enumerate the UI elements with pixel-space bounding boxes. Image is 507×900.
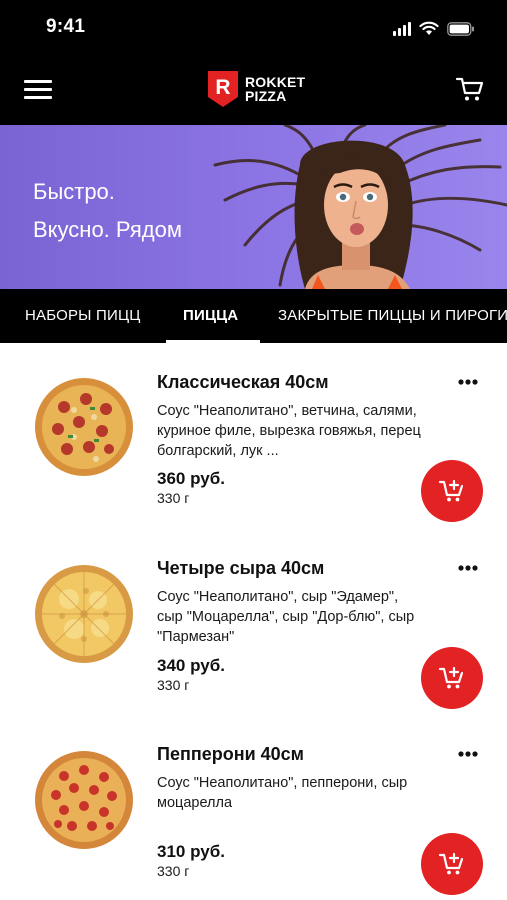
logo-mark-letter: R [215, 76, 230, 99]
menu-icon[interactable] [24, 80, 52, 100]
cart-icon[interactable] [455, 74, 485, 104]
status-icons [393, 18, 475, 36]
wifi-icon [419, 21, 439, 35]
product-name[interactable]: Классическая 40см [157, 372, 329, 393]
more-options-icon[interactable] [457, 377, 479, 387]
status-bar: 9:41 [0, 0, 507, 55]
battery-icon [447, 22, 474, 36]
pizza-image-four-cheese [35, 565, 133, 663]
tab-pizza[interactable]: ПИЦЦА [183, 289, 238, 343]
add-to-cart-icon [438, 852, 464, 875]
app-header: 9:41 R ROKKET PIZZA [0, 0, 507, 125]
add-to-cart-button[interactable] [421, 460, 483, 522]
product-description: Соус "Неаполитано", пепперони, сыр моцар… [157, 775, 408, 811]
pizza-image-pepperoni [35, 751, 133, 849]
add-to-cart-button[interactable] [421, 833, 483, 895]
logo-line-2: PIZZA [245, 88, 287, 104]
product-card[interactable]: Классическая 40см Соус "Неаполитано", ве… [0, 343, 507, 529]
product-card[interactable]: Четыре сыра 40см Соус "Неаполитано", сыр… [0, 529, 507, 715]
logo-text: ROKKET PIZZA [245, 75, 305, 103]
product-weight: 330 г [157, 490, 190, 506]
logo[interactable]: R ROKKET PIZZA [206, 67, 305, 111]
tab-pizza-sets[interactable]: НАБОРЫ ПИЦЦ [25, 289, 141, 343]
category-tabs: НАБОРЫ ПИЦЦ ПИЦЦА ЗАКРЫТЫЕ ПИЦЦЫ И ПИРОГ… [0, 289, 507, 343]
more-options-icon[interactable] [457, 563, 479, 573]
banner-slogan: Быстро. Вкусно. Рядом [33, 173, 182, 249]
logo-line-1: ROKKET [245, 74, 306, 90]
product-description: Соус "Неаполитано", сыр "Эдамер", сыр "М… [157, 589, 415, 645]
navbar: R ROKKET PIZZA [0, 55, 507, 125]
add-to-cart-icon [438, 666, 464, 689]
signal-icon [393, 22, 411, 36]
product-price: 340 руб. [157, 656, 225, 675]
status-time: 9:41 [46, 16, 86, 37]
product-weight: 330 г [157, 863, 190, 879]
product-name[interactable]: Четыре сыра 40см [157, 558, 324, 579]
product-price: 310 руб. [157, 842, 225, 861]
banner-line-1: Быстро. [33, 179, 115, 204]
rokket-logo-icon: R [208, 71, 238, 107]
promo-banner[interactable]: Быстро. Вкусно. Рядом [0, 125, 507, 289]
product-weight: 330 г [157, 677, 190, 693]
more-options-icon[interactable] [457, 749, 479, 759]
tab-closed-pizzas-and-pies[interactable]: ЗАКРЫТЫЕ ПИЦЦЫ И ПИРОГИ [278, 289, 507, 343]
banner-line-2: Вкусно. Рядом [33, 217, 182, 242]
add-to-cart-icon [438, 479, 464, 502]
product-name[interactable]: Пепперони 40см [157, 744, 304, 765]
pizza-image-classic [35, 378, 133, 476]
product-card[interactable]: Пепперони 40см Соус "Неаполитано", пеппе… [0, 715, 507, 900]
product-price: 360 руб. [157, 469, 225, 488]
product-description: Соус "Неаполитано", ветчина, салями, кур… [157, 403, 421, 459]
product-list: Классическая 40см Соус "Неаполитано", ве… [0, 343, 507, 900]
add-to-cart-button[interactable] [421, 647, 483, 709]
